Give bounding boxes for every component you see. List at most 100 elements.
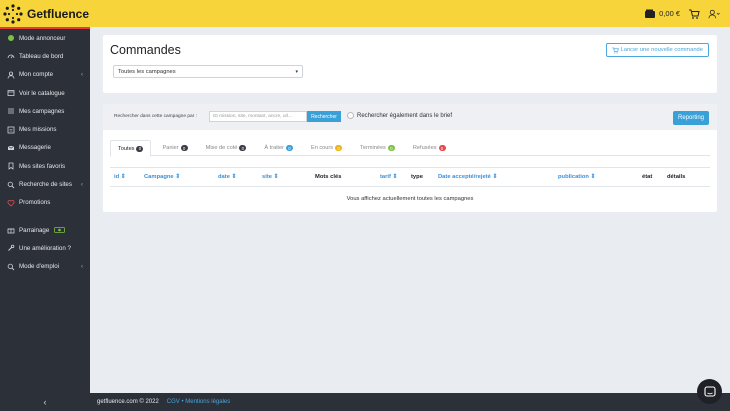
footer-links[interactable]: CGV • Mentions légales [167, 399, 230, 405]
collapse-sidebar-button[interactable]: ‹ [0, 393, 90, 411]
sidebar-item-messagerie[interactable]: Messagerie [0, 139, 90, 157]
sidebar-item-parrainage[interactable]: Parrainage [0, 221, 90, 239]
sidebar-item-label: Voir le catalogue [19, 89, 65, 97]
search-icon [7, 263, 15, 271]
top-bar: Getfluence 0,00 € [0, 0, 730, 27]
cart-icon [611, 47, 619, 53]
orders-table-header: id ⇕ Campagne ⇕ date ⇕ site ⇕ Mots clés … [110, 167, 710, 187]
sidebar-item-label: Mes sites favoris [19, 162, 66, 170]
sidebar-item-mes-missions[interactable]: Mes missions [0, 120, 90, 138]
tab-en-cours[interactable]: En cours 0 [304, 140, 349, 156]
sidebar-item-mode-annonceur[interactable]: Mode annonceur [0, 29, 90, 47]
chevron-left-icon: ‹ [81, 71, 83, 78]
column-header-publication[interactable]: publication ⇕ [558, 174, 595, 180]
tab-label: Refusées [412, 145, 437, 151]
column-header-date[interactable]: date ⇕ [218, 174, 236, 180]
sidebar-item-catalogue[interactable]: Voir le catalogue [0, 84, 90, 102]
column-header-date-accepte[interactable]: Date accepté/rejeté ⇕ [438, 174, 497, 180]
orders-header-panel: Commandes Lancer une nouvelle commande T… [103, 35, 717, 93]
sidebar-item-mes-campagnes[interactable]: Mes campagnes [0, 102, 90, 120]
search-icon [7, 181, 15, 189]
chevron-left-icon: ‹ [81, 181, 83, 188]
count-badge: 0 [180, 145, 188, 151]
sidebar-item-mode-emploi[interactable]: Mode d'emploi ‹ [0, 258, 90, 276]
tab-label: Terminées [360, 145, 386, 151]
money-icon [54, 227, 66, 234]
chat-button[interactable] [697, 379, 722, 404]
tab-refusees[interactable]: Refusées 0 [406, 140, 453, 156]
brief-checkbox[interactable] [347, 112, 354, 119]
search-bar: Rechercher dans cette campagne par : ID … [103, 104, 717, 130]
logo[interactable]: Getfluence [0, 0, 90, 27]
chevron-left-icon: ‹ [43, 397, 47, 407]
sidebar: Mode annonceur Tableau de bord Mon compt… [0, 29, 90, 411]
sidebar-item-label: Mes missions [19, 126, 57, 134]
column-header-campagne[interactable]: Campagne ⇕ [144, 174, 180, 180]
sidebar-item-label: Mode d'emploi [19, 263, 60, 271]
message-icon [7, 144, 15, 152]
orders-panel: Rechercher dans cette campagne par : ID … [103, 104, 717, 212]
search-button[interactable]: Rechercher [307, 111, 341, 122]
wallet-icon [645, 9, 656, 18]
catalogue-icon [7, 89, 15, 97]
column-header-tarif[interactable]: tarif ⇕ [380, 174, 397, 180]
missions-icon [7, 126, 15, 134]
campaign-select-value: Toutes les campagnes [118, 68, 176, 75]
chevron-down-icon: ▾ [295, 68, 298, 75]
wallet-balance[interactable]: 0,00 € [644, 8, 680, 20]
user-menu-icon[interactable] [708, 8, 720, 20]
logo-icon [3, 3, 23, 24]
tab-terminees[interactable]: Terminées 0 [353, 140, 402, 156]
sidebar-item-label: Promotions [19, 199, 51, 207]
page-title: Commandes [110, 43, 181, 57]
tab-label: À traiter [264, 145, 284, 151]
column-header-id[interactable]: id ⇕ [114, 174, 126, 180]
sidebar-item-label: Mes campagnes [19, 107, 65, 115]
status-tabs: Toutes 0 Panier 0 Mise de coté 0 À trait… [110, 140, 710, 157]
count-badge: 0 [438, 145, 446, 151]
wrench-icon [7, 244, 15, 252]
sidebar-item-amelioration[interactable]: Une amélioration ? [0, 239, 90, 257]
new-order-button[interactable]: Lancer une nouvelle commande [605, 43, 709, 57]
tab-label: Mise de coté [205, 145, 238, 151]
tab-a-traiter[interactable]: À traiter 0 [257, 140, 300, 156]
list-icon [7, 107, 15, 115]
empty-table-message: Vous affichez actuellement toutes les ca… [346, 196, 474, 202]
count-badge: 0 [285, 145, 293, 151]
tab-label: En cours [310, 145, 334, 151]
tab-toutes[interactable]: Toutes 0 [110, 140, 152, 157]
sidebar-item-recherche-sites[interactable]: Recherche de sites ‹ [0, 175, 90, 193]
gift-icon [7, 226, 15, 234]
sidebar-item-tableau-de-bord[interactable]: Tableau de bord [0, 47, 90, 65]
count-badge: 0 [136, 145, 144, 152]
tab-mise-de-cote[interactable]: Mise de coté 0 [199, 140, 254, 156]
search-input[interactable]: ID mission, site, montant, ancre, url... [209, 111, 307, 122]
search-placeholder: ID mission, site, montant, ancre, url... [213, 114, 293, 119]
campaign-select[interactable]: Toutes les campagnes ▾ [113, 65, 303, 78]
copyright: getfluence.com © 2022 [97, 399, 159, 405]
tab-label: Toutes [118, 145, 135, 152]
column-header-etat: état [642, 174, 653, 180]
column-header-type: type [411, 174, 423, 180]
sidebar-item-label: Une amélioration ? [19, 244, 71, 252]
tab-panier[interactable]: Panier 0 [155, 140, 194, 156]
sidebar-item-mon-compte[interactable]: Mon compte ‹ [0, 66, 90, 84]
tab-label: Panier [162, 145, 179, 151]
bookmark-icon [7, 162, 15, 171]
count-badge: 0 [239, 145, 247, 151]
sidebar-item-label: Messagerie [19, 144, 51, 152]
sidebar-item-promotions[interactable]: Promotions [0, 194, 90, 212]
search-label: Rechercher dans cette campagne par : [114, 114, 197, 119]
dashboard-icon [7, 52, 15, 60]
column-header-site[interactable]: site ⇕ [262, 174, 278, 180]
footer: getfluence.com © 2022 CGV • Mentions lég… [90, 393, 730, 411]
balance-amount: 0,00 € [659, 9, 680, 18]
column-header-mots-cles: Mots clés [315, 174, 342, 180]
app-name: Getfluence [27, 6, 90, 21]
cart-icon[interactable] [688, 8, 700, 20]
sidebar-item-label: Mode annonceur [19, 34, 66, 42]
sidebar-item-sites-favoris[interactable]: Mes sites favoris [0, 157, 90, 175]
reporting-button[interactable]: Reporting [673, 111, 709, 125]
user-icon [7, 71, 15, 79]
sidebar-item-label: Parrainage [19, 226, 50, 234]
